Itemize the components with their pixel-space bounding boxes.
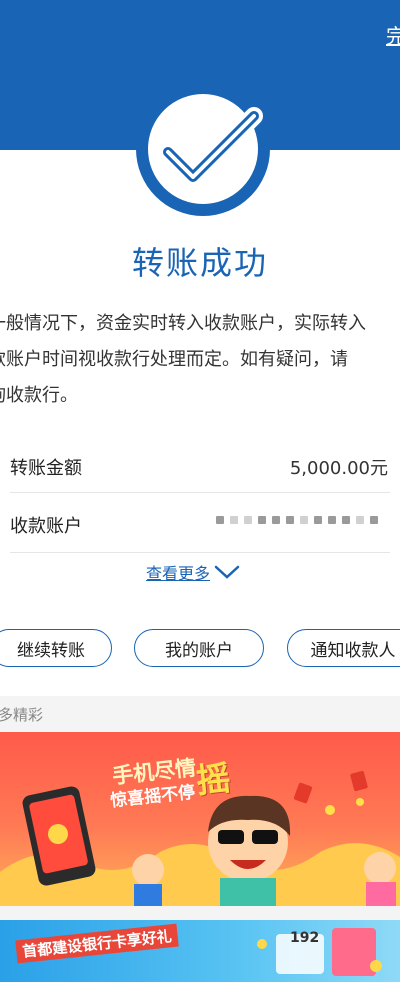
account-row: 收款账户	[10, 498, 390, 548]
section-header: 多精彩	[0, 696, 400, 732]
success-check-icon	[136, 82, 270, 216]
amount-value: 5,000.00元	[289, 458, 388, 479]
success-title: 转账成功	[131, 244, 268, 282]
chevron-down-icon	[214, 565, 240, 579]
my-account-button[interactable]: 我的账户	[134, 629, 264, 667]
notice-line: 询收款行。	[0, 385, 78, 406]
banner2-number: 192	[290, 930, 320, 946]
banner-gap	[0, 906, 400, 920]
done-button[interactable]: 完	[386, 20, 400, 49]
divider	[10, 492, 390, 493]
account-label: 收款账户	[10, 516, 82, 537]
view-more-link[interactable]: 查看更多	[146, 560, 240, 584]
promo-banner-shake[interactable]: 手机尽情 惊喜摇不停 摇	[0, 732, 400, 906]
continue-transfer-button[interactable]: 继续转账	[0, 629, 112, 667]
notify-payee-button[interactable]: 通知收款人	[287, 629, 400, 667]
promo-banner-ccb[interactable]: 首都建设银行卡享好礼 192	[0, 920, 400, 982]
notice-text: 一般情况下，资金实时转入收款账户，实际转入 款账户时间视收款行处理而定。如有疑问…	[0, 306, 400, 414]
notice-line: 款账户时间视收款行处理而定。如有疑问，请	[0, 349, 348, 370]
amount-label: 转账金额	[10, 458, 82, 479]
view-more-label: 查看更多	[146, 564, 211, 583]
notice-line: 一般情况下，资金实时转入收款账户，实际转入	[0, 313, 366, 334]
masked-account-number	[216, 516, 378, 524]
banner-big-word: 摇	[194, 758, 233, 802]
section-title: 多精彩	[0, 706, 44, 724]
divider	[10, 552, 390, 553]
amount-row: 转账金额 5,000.00元	[10, 440, 390, 490]
